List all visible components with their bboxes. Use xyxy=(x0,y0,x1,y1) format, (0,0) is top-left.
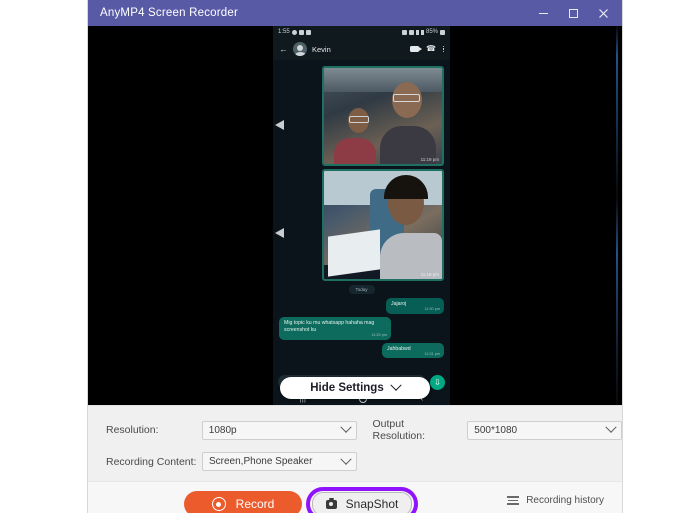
back-arrow-icon[interactable]: ← xyxy=(279,44,288,54)
app-title: AnyMP4 Screen Recorder xyxy=(100,7,238,19)
video-call-icon[interactable] xyxy=(409,46,423,52)
chat-bubble-text: Jajaroj xyxy=(391,301,407,307)
snapshot-highlight-ring: SnapShot xyxy=(306,487,418,513)
chevron-down-icon xyxy=(605,421,617,433)
photo-message-1[interactable]: 11:19 pm xyxy=(322,66,444,166)
app-window: AnyMP4 Screen Recorder 1:55 85% ← Kevin … xyxy=(88,0,622,513)
hide-settings-label: Hide Settings xyxy=(310,382,384,394)
record-label: Record xyxy=(235,497,275,511)
record-button[interactable]: Record xyxy=(184,491,302,513)
minimize-icon[interactable] xyxy=(528,0,558,26)
volume-icon xyxy=(408,29,414,35)
chat-message-list: 11:19 pm 11:19 pm Today Jajaroj 11:30 pm… xyxy=(273,60,450,372)
chat-bubble-time: 11:31 pm xyxy=(424,351,440,356)
contact-avatar[interactable] xyxy=(293,42,307,56)
photo-timestamp-2: 11:19 pm xyxy=(420,272,439,277)
chat-bubble-text: Jahbabwd xyxy=(387,345,411,352)
signal-icon xyxy=(420,29,424,35)
window-controls xyxy=(528,0,618,26)
chat-bubble-outgoing-1[interactable]: Jajaroj 11:30 pm xyxy=(386,298,444,314)
wifi-icon xyxy=(415,29,419,35)
chat-bubble-time: 11:30 pm xyxy=(424,307,440,312)
resolution-select[interactable]: 1080p xyxy=(201,420,357,440)
output-resolution-label: Output Resolution: xyxy=(372,418,426,442)
snapshot-label: SnapShot xyxy=(345,497,399,511)
phone-call-icon[interactable]: ☎ xyxy=(426,44,436,53)
photo-thumbnail-2: 11:19 pm xyxy=(324,171,442,279)
chat-bubble-incoming-1[interactable]: Mig topic ku mu whatsapp hahaha mag scre… xyxy=(279,316,391,340)
recording-history-label: Recording history xyxy=(526,495,604,506)
screenshot-root: AnyMP4 Screen Recorder 1:55 85% ← Kevin … xyxy=(0,0,700,513)
photo-message-2[interactable]: 11:19 pm xyxy=(322,169,444,281)
chat-contact-name: Kevin xyxy=(312,44,331,54)
hide-settings-button[interactable]: Hide Settings xyxy=(280,377,430,399)
person-b-body xyxy=(334,138,376,164)
laptop-shape xyxy=(328,229,380,277)
action-bar: Record SnapShot Recording history xyxy=(88,481,622,513)
phone-status-bar: 1:55 85% xyxy=(273,26,450,38)
settings-panel: Resolution: 1080p Output Resolution: 500… xyxy=(88,405,622,481)
chevron-down-icon xyxy=(339,421,352,433)
photo-timestamp-1: 11:19 pm xyxy=(420,157,439,162)
person-b-glasses xyxy=(349,116,369,123)
overflow-menu-icon[interactable] xyxy=(442,45,444,53)
day-divider: Today xyxy=(348,285,375,294)
list-icon xyxy=(507,496,520,505)
close-icon[interactable] xyxy=(588,0,618,26)
title-bar: AnyMP4 Screen Recorder xyxy=(88,0,622,26)
photo-background-1 xyxy=(324,68,442,92)
phone-mirror-view: 1:55 85% ← Kevin ☎ 11:19 pm 11:19 pm Tod… xyxy=(273,26,450,405)
status-bar-right: 85% xyxy=(401,29,445,35)
vibrate-icon xyxy=(401,29,407,35)
record-icon xyxy=(211,497,226,511)
chevron-down-icon xyxy=(390,379,402,391)
screenshot-notification-icon xyxy=(305,29,311,35)
battery-percent: 85% xyxy=(425,29,438,35)
preview-area: 1:55 85% ← Kevin ☎ 11:19 pm 11:19 pm Tod… xyxy=(88,26,622,405)
resolution-row: Resolution: 1080p Output Resolution: 500… xyxy=(88,418,622,442)
photo-thumbnail-1: 11:19 pm xyxy=(324,68,442,164)
recording-content-value: Screen,Phone Speaker xyxy=(209,456,313,467)
resolution-label: Resolution: xyxy=(106,424,159,436)
settings-notification-icon xyxy=(291,29,297,35)
output-resolution-value: 500*1080 xyxy=(474,424,518,436)
recording-content-select[interactable]: Screen,Phone Speaker xyxy=(202,452,357,471)
output-resolution-select[interactable]: 500*1080 xyxy=(467,420,622,440)
camera-icon xyxy=(325,497,337,509)
resolution-value: 1080p xyxy=(208,424,237,436)
battery-icon xyxy=(440,29,445,35)
send-voice-button[interactable]: ⇩ xyxy=(430,374,445,390)
preview-edge-glow xyxy=(616,26,618,405)
chat-bubble-text: Mig topic ku mu whatsapp hahaha mag scre… xyxy=(284,319,375,334)
status-bar-time: 1:55 xyxy=(278,29,290,35)
chat-bubble-outgoing-2[interactable]: Jahbabwd 11:31 pm xyxy=(382,342,444,359)
maximize-icon[interactable] xyxy=(558,0,588,26)
chat-header-actions: ☎ xyxy=(409,44,444,53)
recording-content-row: Recording Content: Screen,Phone Speaker xyxy=(88,452,622,471)
snapshot-button[interactable]: SnapShot xyxy=(312,492,412,513)
chat-bubble-time: 11:25 pm xyxy=(371,333,387,338)
photo-pointer-icon-1 xyxy=(275,120,284,130)
recording-content-label: Recording Content: xyxy=(106,455,197,468)
chevron-down-icon xyxy=(340,453,352,465)
person-a-glasses xyxy=(393,94,420,102)
photo-pointer-icon-2 xyxy=(275,228,284,238)
chat-header: ← Kevin ☎ xyxy=(273,38,450,60)
recording-history-button[interactable]: Recording history xyxy=(507,495,604,506)
app-notification-icon xyxy=(298,29,304,35)
status-bar-left: 1:55 xyxy=(278,29,311,35)
